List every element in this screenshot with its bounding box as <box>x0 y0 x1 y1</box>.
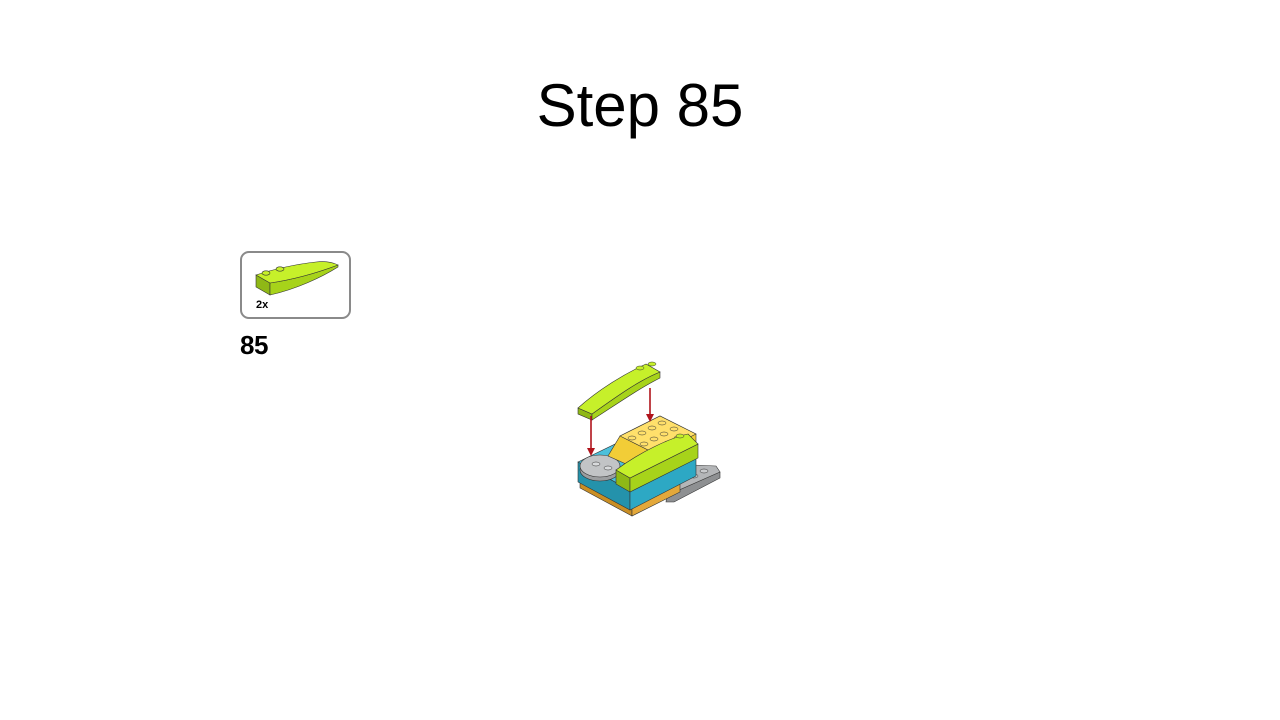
page-title: Step 85 <box>536 72 744 139</box>
brick-assembly-image <box>577 361 721 517</box>
assembly-illustration <box>570 352 730 527</box>
part-quantity: 2x <box>256 299 269 311</box>
parts-list-callout: 2x <box>240 251 351 319</box>
step-number: 85 <box>240 330 268 360</box>
